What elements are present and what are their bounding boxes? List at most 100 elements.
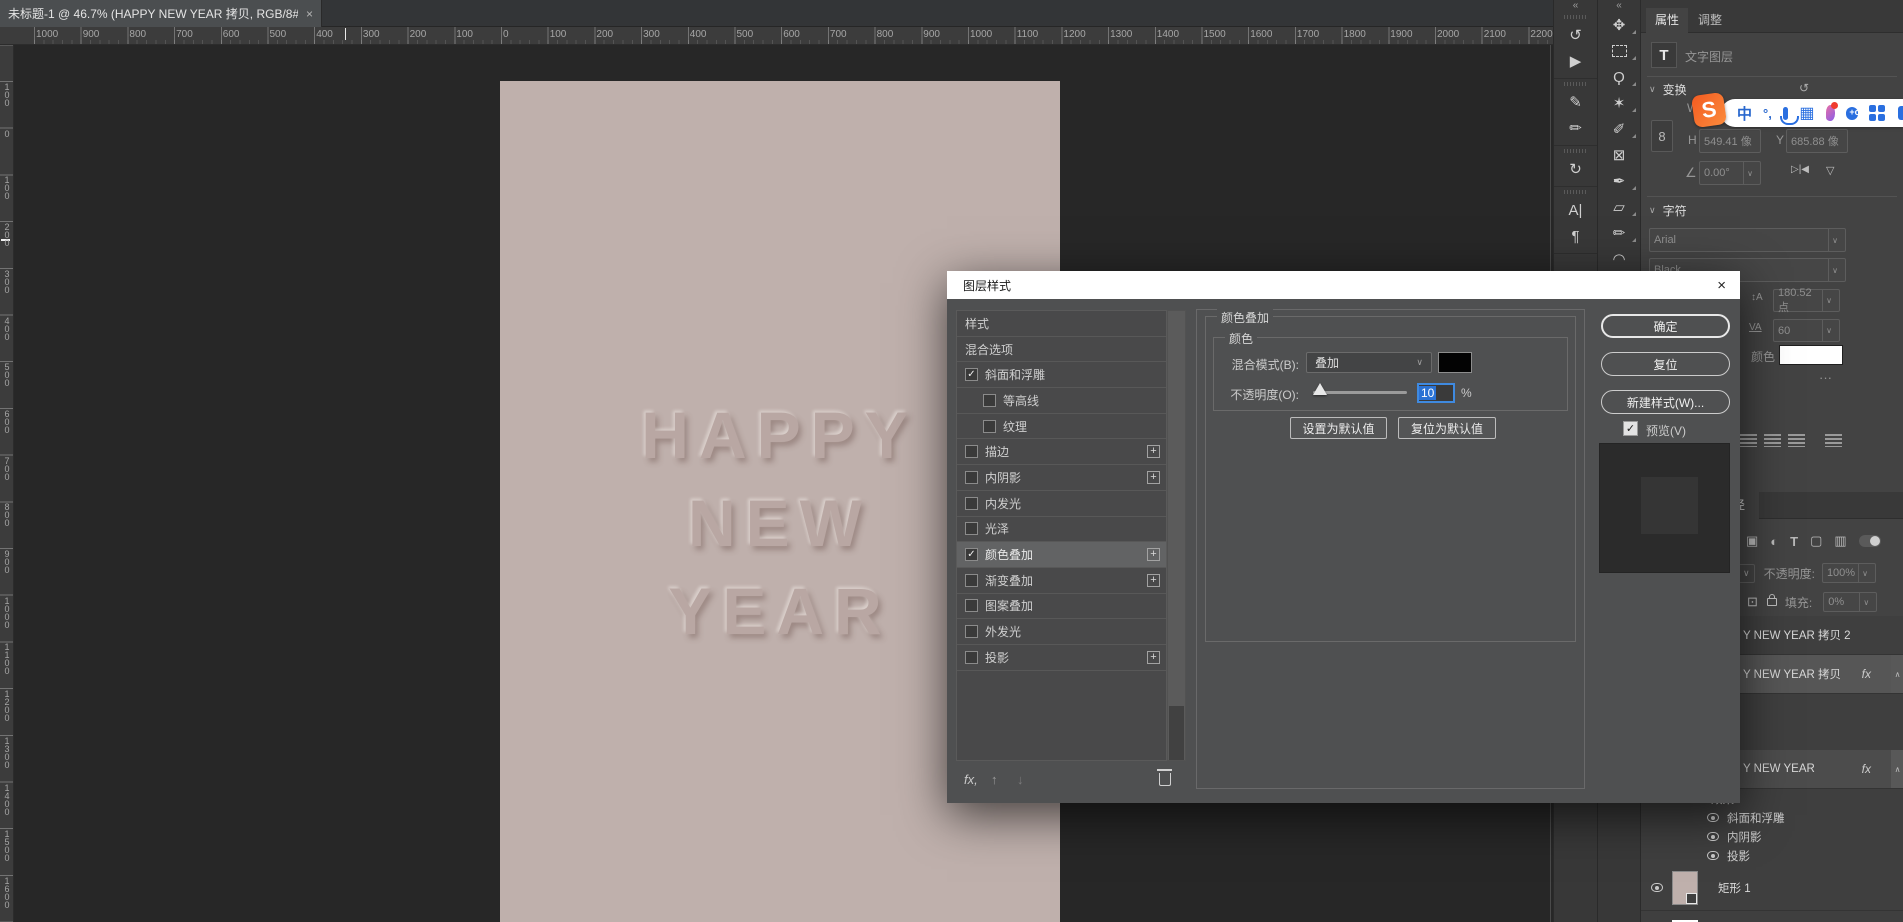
checkbox-checked[interactable]: ✓ — [965, 548, 978, 561]
add-instance-icon[interactable]: + — [1147, 574, 1160, 587]
ok-button[interactable]: 确定 — [1601, 314, 1730, 338]
style-list-item[interactable]: 混合选项 — [957, 337, 1166, 363]
collapse-effects-icon[interactable]: ∧ — [1891, 655, 1903, 693]
link-dimensions-icon[interactable]: 8 — [1651, 120, 1673, 152]
character-panel-icon[interactable]: A| — [1554, 197, 1597, 223]
style-list-item[interactable]: 图案叠加 — [957, 594, 1166, 620]
leading-field[interactable]: 180.52 点 ∨ — [1773, 289, 1840, 312]
style-list-item[interactable]: 光泽 — [957, 517, 1166, 543]
ime-punctuation-icon[interactable]: °, — [1763, 106, 1772, 121]
healing-brush-tool-icon[interactable]: ▱ — [1598, 194, 1640, 220]
sogou-logo-icon[interactable]: S — [1691, 92, 1727, 128]
style-list-item[interactable]: 等高线 — [957, 388, 1166, 414]
preview-checkbox[interactable]: ✓ — [1623, 421, 1638, 436]
filter-type-layers-icon[interactable]: T — [1790, 534, 1798, 549]
move-effect-up-button[interactable]: ↑ — [991, 769, 998, 789]
checkbox-unchecked[interactable] — [965, 471, 978, 484]
checkbox-unchecked[interactable] — [965, 625, 978, 638]
layer-thumbnail[interactable] — [1672, 871, 1698, 905]
paragraph-panel-icon[interactable]: ¶ — [1554, 223, 1597, 249]
history-panel-icon[interactable]: ↺ — [1554, 22, 1597, 48]
collapse-rail-icon[interactable]: « — [1554, 0, 1597, 12]
fx-badge[interactable]: fx — [1862, 762, 1871, 776]
chevron-down-icon[interactable]: ∨ — [1828, 259, 1841, 281]
brushes-panel-icon[interactable]: ✏ — [1554, 115, 1597, 141]
reset-button[interactable]: 复位 — [1601, 352, 1730, 376]
filter-adjustment-layers-icon[interactable]: ◐ — [1770, 534, 1778, 549]
checkbox-unchecked[interactable] — [983, 420, 996, 433]
align-center-icon[interactable] — [1764, 434, 1781, 447]
flip-vertical-icon[interactable]: ▽ — [1826, 164, 1834, 177]
checkbox-unchecked[interactable] — [965, 574, 978, 587]
eyedropper-tool-icon[interactable]: ✒ — [1598, 168, 1640, 194]
style-list-item[interactable]: 外发光 — [957, 619, 1166, 645]
layer-row[interactable]: 矩形 1 — [1641, 865, 1903, 911]
filter-smart-objects-icon[interactable]: ▥ — [1834, 533, 1846, 549]
rotate-view-icon[interactable]: ↻ — [1554, 156, 1597, 182]
chevron-down-icon[interactable]: ∨ — [1828, 229, 1841, 251]
layer-row[interactable]: 斜面和浮雕 — [1641, 808, 1903, 827]
reset-default-button[interactable]: 复位为默认值 — [1398, 417, 1496, 439]
filter-shape-layers-icon[interactable]: ▢ — [1810, 533, 1822, 549]
style-list-item[interactable]: 内发光 — [957, 491, 1166, 517]
ime-assistant-icon[interactable] — [1846, 107, 1858, 120]
add-instance-icon[interactable]: + — [1147, 445, 1160, 458]
add-instance-icon[interactable]: + — [1147, 548, 1160, 561]
chevron-down-icon[interactable]: ∨ — [1822, 320, 1835, 341]
opacity-slider-thumb[interactable] — [1313, 383, 1327, 395]
tab-close-icon[interactable]: × — [306, 7, 313, 21]
align-left-icon[interactable] — [1740, 434, 1757, 447]
blend-mode-chevron-icon[interactable]: ∨ — [1738, 564, 1755, 583]
y-position-field[interactable]: 685.88 像 — [1786, 129, 1848, 153]
style-list-item[interactable]: ✓斜面和浮雕 — [957, 362, 1166, 388]
style-list-item[interactable]: 投影+ — [957, 645, 1166, 671]
angle-field[interactable]: 0.00° ∨ — [1699, 161, 1761, 185]
collapse-tools-icon[interactable]: « — [1598, 0, 1640, 12]
brush-tool-icon[interactable]: ✏ — [1598, 220, 1640, 246]
new-style-button[interactable]: 新建样式(W)... — [1601, 390, 1730, 414]
eye-visibility-icon[interactable] — [1651, 883, 1663, 892]
layer-fill-field[interactable]: 0% ∨ — [1823, 592, 1877, 612]
checkbox-checked[interactable]: ✓ — [965, 368, 978, 381]
scrollbar-thumb[interactable] — [1169, 706, 1184, 760]
delete-effect-button[interactable] — [1159, 769, 1171, 789]
add-instance-icon[interactable]: + — [1147, 651, 1160, 664]
keyboard-icon[interactable]: ▦ — [1799, 103, 1814, 123]
ime-skin-icon[interactable] — [1826, 105, 1836, 121]
tab-properties[interactable]: 属性 — [1646, 8, 1688, 33]
filter-pixel-layers-icon[interactable]: ▣ — [1746, 533, 1758, 549]
marquee-tool-icon[interactable] — [1598, 38, 1640, 64]
style-list-item[interactable]: 纹理 — [957, 414, 1166, 440]
align-right-icon[interactable] — [1788, 434, 1805, 447]
character-section-header[interactable]: ∨ 字符 — [1649, 202, 1687, 219]
overlay-color-swatch[interactable] — [1438, 352, 1472, 373]
ime-more-icon[interactable] — [1898, 106, 1903, 120]
magic-wand-tool-icon[interactable]: ✶ — [1598, 90, 1640, 116]
transform-section-header[interactable]: ∨ 变换 — [1649, 81, 1687, 98]
collapse-effects-icon[interactable]: ∧ — [1891, 750, 1903, 788]
add-effect-button[interactable]: fx, — [964, 769, 978, 789]
actions-panel-icon[interactable]: ▶ — [1554, 48, 1597, 74]
checkbox-unchecked[interactable] — [965, 651, 978, 664]
opacity-input[interactable]: 10 — [1417, 383, 1455, 403]
frame-tool-icon[interactable]: ⊠ — [1598, 142, 1640, 168]
chevron-down-icon[interactable]: ∨ — [1859, 593, 1872, 611]
style-list-item[interactable]: ✓颜色叠加+ — [957, 542, 1166, 568]
flip-horizontal-icon[interactable]: ▷|◀ — [1791, 164, 1809, 175]
style-list-item[interactable]: 样式 — [957, 311, 1166, 337]
chevron-down-icon[interactable]: ∨ — [1858, 564, 1871, 582]
style-list-item[interactable]: 渐变叠加+ — [957, 568, 1166, 594]
checkbox-unchecked[interactable] — [965, 522, 978, 535]
lasso-tool-icon[interactable]: Ϙ — [1598, 64, 1640, 90]
more-options-icon[interactable]: ··· — [1819, 370, 1832, 385]
brush-settings-panel-icon[interactable]: ✎ — [1554, 89, 1597, 115]
ime-apps-grid-icon[interactable] — [1869, 105, 1885, 121]
height-field[interactable]: 549.41 像 — [1699, 129, 1761, 153]
document-tab[interactable]: 未标题-1 @ 46.7% (HAPPY NEW YEAR 拷贝, RGB/8#… — [0, 0, 322, 27]
layer-opacity-field[interactable]: 100% ∨ — [1822, 563, 1876, 583]
layer-row[interactable]: 内阴影 — [1641, 827, 1903, 846]
quick-selection-tool-icon[interactable]: ✐ — [1598, 116, 1640, 142]
filter-toggle-icon[interactable] — [1859, 535, 1881, 547]
checkbox-unchecked[interactable] — [965, 497, 978, 510]
styles-scrollbar[interactable] — [1167, 310, 1186, 761]
